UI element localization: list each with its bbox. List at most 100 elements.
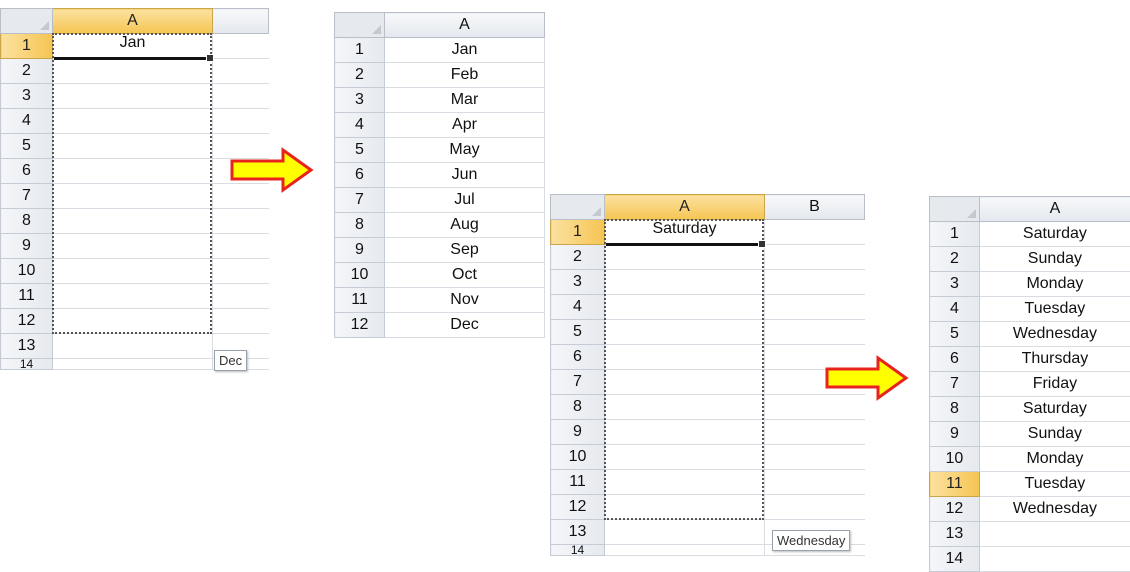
row-header[interactable]: 4 — [334, 112, 385, 138]
cell[interactable]: Feb — [384, 62, 545, 88]
row-header[interactable]: 7 — [0, 183, 53, 209]
cell[interactable]: Jun — [384, 162, 545, 188]
row-header[interactable]: 13 — [0, 333, 53, 359]
row-header[interactable]: 11 — [0, 283, 53, 309]
cell[interactable]: Thursday — [979, 346, 1130, 372]
row-header[interactable]: 7 — [550, 369, 605, 395]
cell[interactable] — [52, 58, 213, 84]
cell[interactable] — [604, 469, 765, 495]
cell[interactable] — [212, 58, 269, 84]
row-header[interactable]: 2 — [550, 244, 605, 270]
cell[interactable] — [212, 208, 269, 234]
row-header[interactable]: 6 — [550, 344, 605, 370]
cell[interactable]: May — [384, 137, 545, 163]
column-header-b[interactable]: B — [764, 194, 865, 220]
row-header[interactable]: 7 — [334, 187, 385, 213]
row-header[interactable]: 12 — [550, 494, 605, 520]
cell[interactable]: Sep — [384, 237, 545, 263]
cell[interactable] — [52, 258, 213, 284]
row-header[interactable]: 8 — [0, 208, 53, 234]
cell[interactable] — [604, 269, 765, 295]
cell[interactable]: Nov — [384, 287, 545, 313]
cell-b1[interactable] — [764, 219, 865, 245]
cell[interactable] — [52, 333, 213, 359]
row-header[interactable]: 14 — [0, 358, 53, 370]
row-header[interactable]: 14 — [929, 546, 980, 572]
row-header[interactable]: 3 — [550, 269, 605, 295]
row-header[interactable]: 12 — [929, 496, 980, 522]
column-header-a[interactable]: A — [52, 8, 213, 34]
row-header[interactable]: 10 — [334, 262, 385, 288]
cell[interactable] — [764, 419, 865, 445]
row-header[interactable]: 3 — [929, 271, 980, 297]
row-header[interactable]: 2 — [929, 246, 980, 272]
row-header[interactable]: 10 — [929, 446, 980, 472]
fill-handle[interactable] — [758, 240, 766, 248]
row-header[interactable]: 4 — [550, 294, 605, 320]
cell[interactable]: Apr — [384, 112, 545, 138]
cell[interactable]: Dec — [384, 312, 545, 338]
cell[interactable] — [52, 133, 213, 159]
cell[interactable]: Jan — [384, 37, 545, 63]
row-header[interactable]: 6 — [0, 158, 53, 184]
row-header[interactable]: 9 — [334, 237, 385, 263]
row-header[interactable]: 11 — [550, 469, 605, 495]
cell-a1[interactable]: Jan — [52, 33, 213, 59]
column-header-b[interactable] — [212, 8, 269, 34]
cell[interactable]: Sunday — [979, 421, 1130, 447]
row-header[interactable]: 8 — [334, 212, 385, 238]
cell[interactable] — [604, 494, 765, 520]
cell[interactable]: Sunday — [979, 246, 1130, 272]
row-header[interactable]: 4 — [0, 108, 53, 134]
row-header[interactable]: 3 — [0, 83, 53, 109]
cell[interactable] — [212, 308, 269, 334]
cell[interactable] — [52, 83, 213, 109]
row-header[interactable]: 3 — [334, 87, 385, 113]
row-header[interactable]: 6 — [929, 346, 980, 372]
cell[interactable] — [604, 294, 765, 320]
cell[interactable]: Tuesday — [979, 296, 1130, 322]
row-header[interactable]: 13 — [550, 519, 605, 545]
row-header[interactable]: 14 — [550, 544, 605, 556]
cell[interactable] — [764, 469, 865, 495]
cell[interactable] — [212, 258, 269, 284]
row-header[interactable]: 6 — [334, 162, 385, 188]
cell[interactable] — [212, 83, 269, 109]
cell[interactable] — [764, 269, 865, 295]
row-header[interactable]: 1 — [334, 37, 385, 63]
cell[interactable] — [52, 308, 213, 334]
cell[interactable] — [604, 369, 765, 395]
cell[interactable] — [604, 519, 765, 545]
fill-handle[interactable] — [206, 54, 214, 62]
row-header[interactable]: 10 — [0, 258, 53, 284]
cell[interactable] — [212, 283, 269, 309]
cell[interactable]: Mar — [384, 87, 545, 113]
cell[interactable] — [979, 521, 1130, 547]
cell[interactable]: Wednesday — [979, 496, 1130, 522]
row-header[interactable]: 9 — [0, 233, 53, 259]
cell[interactable]: Monday — [979, 446, 1130, 472]
cell[interactable]: Tuesday — [979, 471, 1130, 497]
cell[interactable] — [604, 244, 765, 270]
cell[interactable] — [604, 319, 765, 345]
cell[interactable] — [52, 283, 213, 309]
row-header[interactable]: 9 — [550, 419, 605, 445]
cell[interactable] — [604, 419, 765, 445]
cell[interactable] — [764, 319, 865, 345]
cell[interactable]: Jul — [384, 187, 545, 213]
cell[interactable]: Aug — [384, 212, 545, 238]
row-header[interactable]: 8 — [929, 396, 980, 422]
column-header-a[interactable]: A — [604, 194, 765, 220]
cell[interactable]: Saturday — [979, 221, 1130, 247]
cell[interactable] — [52, 158, 213, 184]
cell[interactable] — [764, 444, 865, 470]
cell[interactable] — [604, 344, 765, 370]
cell[interactable] — [764, 294, 865, 320]
cell[interactable] — [764, 244, 865, 270]
row-header[interactable]: 12 — [0, 308, 53, 334]
row-header[interactable]: 12 — [334, 312, 385, 338]
select-all-button[interactable] — [550, 194, 605, 220]
row-header[interactable]: 10 — [550, 444, 605, 470]
select-all-button[interactable] — [0, 8, 53, 34]
row-header[interactable]: 2 — [0, 58, 53, 84]
